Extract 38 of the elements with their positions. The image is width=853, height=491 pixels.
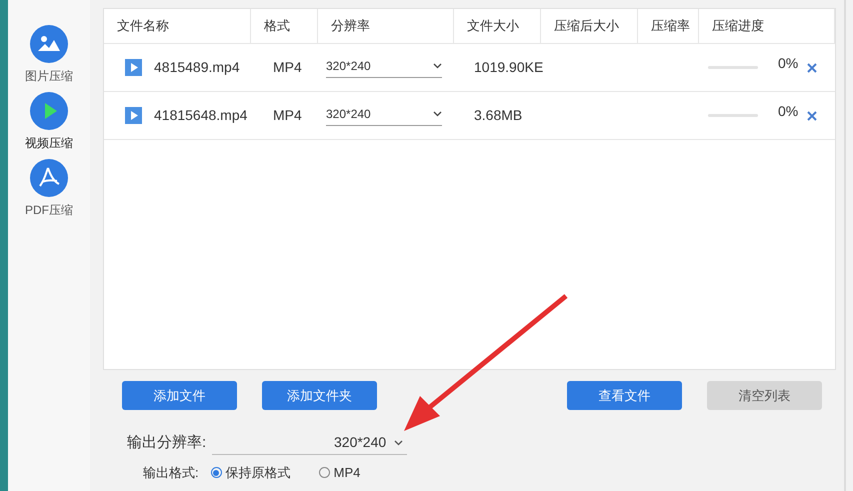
pdf-icon — [30, 159, 68, 197]
video-file-icon — [125, 107, 142, 124]
progress-percent: 0% — [778, 102, 798, 121]
sidebar-item[interactable]: PDF压缩 — [25, 159, 73, 219]
close-icon[interactable] — [807, 62, 818, 72]
chevron-down-icon — [433, 111, 442, 117]
image-icon — [30, 25, 68, 63]
action-button[interactable]: 查看文件 — [567, 381, 682, 410]
column-header: 格式 — [251, 9, 318, 43]
format-text: MP4 — [273, 107, 302, 123]
column-header: 压缩率 — [638, 9, 699, 43]
file-name: 41815648.mp4 — [154, 106, 248, 125]
format-radio[interactable]: MP4 — [318, 463, 360, 482]
output-resolution-label: 输出分辨率: — [127, 433, 206, 454]
play-icon — [30, 92, 68, 130]
resolution-dropdown[interactable]: 320*240 — [326, 57, 442, 78]
column-header: 分辨率 — [318, 9, 454, 43]
column-header: 压缩进度 — [699, 9, 835, 43]
chevron-down-icon — [433, 63, 442, 69]
output-resolution-dropdown[interactable]: 320*240 — [212, 432, 408, 455]
progress-percent: 0% — [778, 54, 798, 73]
action-button[interactable]: 添加文件夹 — [262, 381, 377, 410]
file-name: 4815489.mp4 — [154, 58, 240, 77]
column-header: 文件名称 — [104, 9, 251, 43]
sidebar-item[interactable]: 图片压缩 — [25, 25, 73, 85]
column-header: 压缩后大小 — [541, 9, 638, 43]
resolution-dropdown[interactable]: 320*240 — [326, 105, 442, 126]
output-format-label: 输出格式: — [143, 464, 199, 482]
video-file-icon — [125, 59, 142, 76]
column-header: 文件大小 — [454, 9, 541, 43]
format-radio[interactable]: 保持原格式 — [210, 463, 291, 482]
file-size: 3.68MB — [474, 107, 522, 123]
sidebar-item[interactable]: 视频压缩 — [25, 92, 73, 152]
chevron-down-icon — [394, 440, 404, 446]
action-button[interactable]: 添加文件 — [122, 381, 237, 410]
file-size: 1019.90KE — [474, 59, 544, 75]
format-text: MP4 — [273, 59, 302, 75]
close-icon[interactable] — [807, 110, 818, 120]
